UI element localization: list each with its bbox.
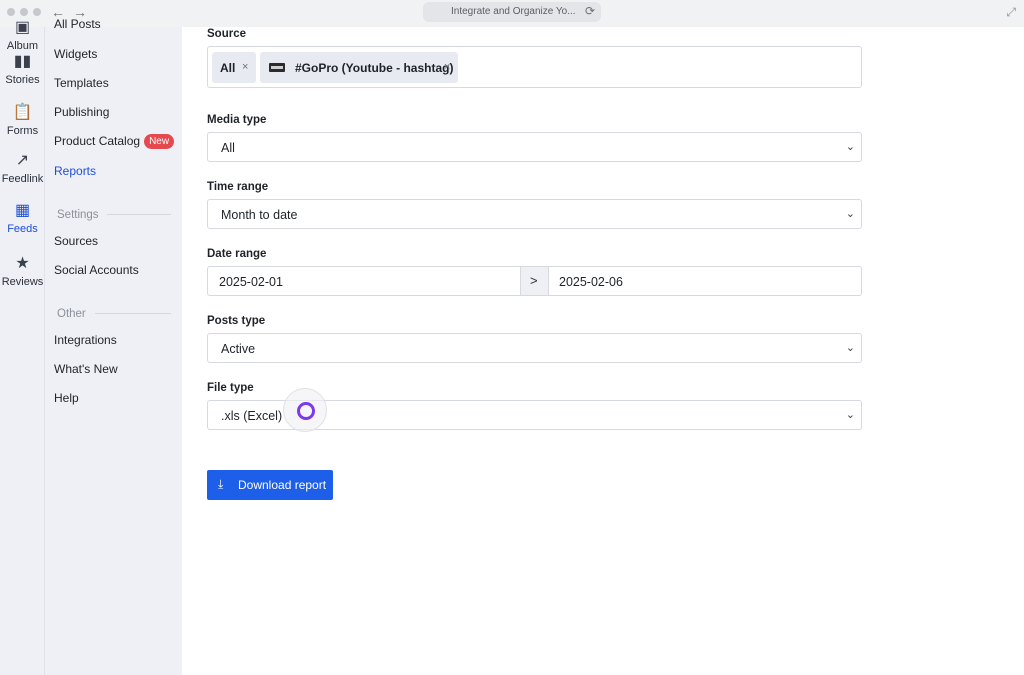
- chevron-down-icon: ⌄: [845, 141, 855, 153]
- chevron-down-icon: ⌄: [845, 208, 855, 220]
- media-type-value: All: [221, 141, 235, 155]
- other-heading: Other: [57, 308, 86, 320]
- sidebar-item-templates[interactable]: Templates: [54, 76, 109, 90]
- posts-type-select[interactable]: Active ⌄: [207, 333, 862, 363]
- source-tag-label: All: [220, 61, 236, 75]
- file-type-value: .xls (Excel): [221, 409, 283, 423]
- media-type-label: Media type: [207, 114, 267, 126]
- date-to-input[interactable]: 2025-02-06: [548, 266, 862, 296]
- album-icon: ▣: [14, 19, 31, 36]
- rail-item-forms[interactable]: 📋 Forms: [0, 104, 45, 137]
- tab-title: Integrate and Organize Yo...: [451, 6, 576, 17]
- rail-item-stories[interactable]: ▮▮ Stories: [0, 53, 45, 86]
- sidebar-item-all-posts[interactable]: All Posts: [54, 17, 101, 31]
- rail-item-reviews[interactable]: ★ Reviews: [0, 255, 45, 288]
- sidebar-item-reports[interactable]: Reports: [54, 164, 96, 178]
- reload-icon[interactable]: ⟳: [585, 4, 595, 18]
- youtube-thumbnail-icon: [269, 63, 285, 72]
- cursor-indicator: [283, 388, 327, 432]
- sidebar-item-social-accounts[interactable]: Social Accounts: [54, 263, 139, 277]
- rail-item-label: Stories: [5, 74, 40, 86]
- media-type-select[interactable]: All ⌄: [207, 132, 862, 162]
- remove-tag-icon[interactable]: ×: [242, 61, 248, 73]
- source-tag-label: #GoPro (Youtube - hashtag): [295, 61, 454, 75]
- download-report-label: Download report: [238, 478, 327, 492]
- rail-item-label: Forms: [6, 125, 39, 137]
- source-label: Source: [207, 28, 246, 40]
- settings-heading: Settings: [57, 209, 99, 221]
- report-form: Source All × #GoPro (Youtube - hashtag) …: [182, 27, 1024, 675]
- date-from-value: 2025-02-01: [219, 275, 283, 289]
- minimize-window-icon[interactable]: [20, 8, 28, 16]
- download-report-button[interactable]: ⤓ Download report: [207, 470, 333, 500]
- new-badge: New: [144, 134, 175, 149]
- address-bar[interactable]: Integrate and Organize Yo... ⟳: [423, 2, 601, 22]
- chevron-down-icon: ⌄: [845, 409, 855, 421]
- file-type-label: File type: [207, 382, 254, 394]
- sidebar-item-whats-new[interactable]: What's New: [54, 362, 118, 376]
- arrow-up-right-icon: ↗: [15, 152, 30, 169]
- other-divider: [95, 313, 171, 314]
- sidebar-item-label: Product Catalog: [54, 134, 141, 148]
- expand-icon[interactable]: ⤢: [1006, 5, 1016, 20]
- star-icon: ★: [15, 255, 30, 272]
- download-icon: ⤓: [218, 477, 224, 491]
- sidebar-item-product-catalog[interactable]: Product Catalog New: [54, 134, 175, 149]
- sidebar-item-integrations[interactable]: Integrations: [54, 333, 117, 347]
- remove-tag-icon[interactable]: ×: [444, 61, 450, 73]
- chevron-right-icon: >: [530, 273, 538, 288]
- time-range-select[interactable]: Month to date ⌄: [207, 199, 862, 229]
- rail-item-feeds[interactable]: ▦ Feeds: [0, 202, 45, 235]
- source-multiselect[interactable]: All × #GoPro (Youtube - hashtag) ×: [207, 46, 862, 88]
- browser-toolbar: ← → Integrate and Organize Yo... ⟳ ⤢: [0, 0, 1024, 27]
- rail-item-label: Feedlink: [1, 173, 44, 185]
- date-range-label: Date range: [207, 248, 267, 260]
- sidebar-item-sources[interactable]: Sources: [54, 234, 98, 248]
- chevron-down-icon: ⌄: [845, 342, 855, 354]
- rail-item-album[interactable]: ▣ Album: [0, 19, 45, 52]
- posts-type-label: Posts type: [207, 315, 266, 327]
- stories-icon: ▮▮: [13, 53, 32, 70]
- sidebar-item-help[interactable]: Help: [54, 391, 79, 405]
- sidebar-item-widgets[interactable]: Widgets: [54, 47, 97, 61]
- rail-item-label: Album: [6, 40, 39, 52]
- settings-divider: [107, 214, 171, 215]
- maximize-window-icon[interactable]: [33, 8, 41, 16]
- grid-icon: ▦: [14, 202, 31, 219]
- icon-rail: ▣ Album ▮▮ Stories 📋 Forms ↗ Feedlink ▦ …: [0, 19, 45, 675]
- window-controls: [7, 8, 41, 16]
- time-range-value: Month to date: [221, 208, 298, 222]
- date-from-input[interactable]: 2025-02-01: [207, 266, 521, 296]
- rail-item-label: Feeds: [7, 223, 38, 235]
- source-tag-gopro: #GoPro (Youtube - hashtag) ×: [260, 52, 458, 83]
- date-to-value: 2025-02-06: [559, 275, 623, 289]
- time-range-label: Time range: [207, 181, 269, 193]
- sidebar: All Posts Widgets Templates Publishing P…: [45, 17, 182, 675]
- posts-type-value: Active: [221, 342, 256, 356]
- close-window-icon[interactable]: [7, 8, 15, 16]
- source-tag-all: All ×: [212, 52, 256, 83]
- sidebar-item-publishing[interactable]: Publishing: [54, 105, 109, 119]
- rail-item-label: Reviews: [1, 276, 44, 288]
- date-range-separator: >: [520, 266, 549, 296]
- clipboard-icon: 📋: [12, 104, 33, 121]
- rail-item-feedlink[interactable]: ↗ Feedlink: [0, 152, 45, 185]
